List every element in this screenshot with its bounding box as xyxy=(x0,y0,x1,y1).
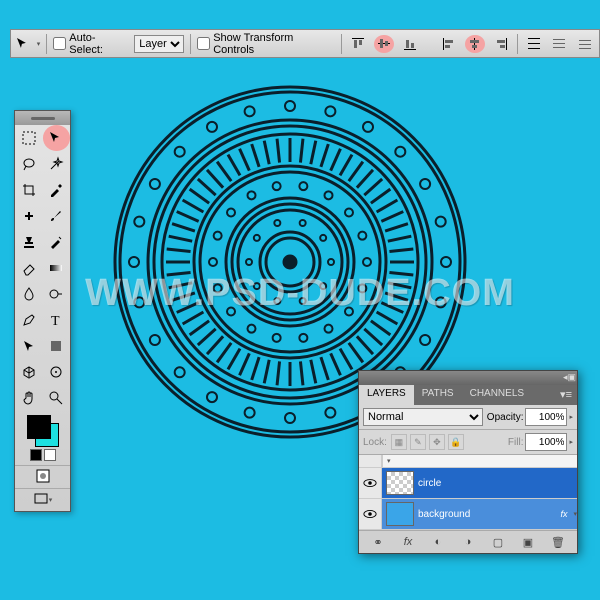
svg-text:T: T xyxy=(51,314,60,328)
color-swatches[interactable] xyxy=(15,411,70,465)
screenmode-icon[interactable] xyxy=(33,491,49,510)
opacity-input[interactable] xyxy=(525,408,567,426)
move-tool-indicator xyxy=(15,36,31,52)
tool-options-dropdown[interactable]: ▾ xyxy=(37,40,41,48)
tab-paths[interactable]: PATHS xyxy=(414,385,462,405)
delete-layer-icon[interactable]: 🗑 xyxy=(550,534,566,550)
layer-mask-icon[interactable]: ◐ xyxy=(430,534,446,550)
layer-style-icon[interactable]: fx xyxy=(400,534,416,550)
layer-name: circle xyxy=(418,478,577,489)
layer-group-icon[interactable]: ▢ xyxy=(490,534,506,550)
stamp-tool-icon[interactable] xyxy=(15,229,43,255)
default-colors-icon[interactable] xyxy=(30,449,56,461)
lasso-tool-icon[interactable] xyxy=(15,151,43,177)
zoom-tool-icon[interactable] xyxy=(43,385,71,411)
panel-menu-icon[interactable]: ▾≡ xyxy=(555,385,577,405)
distribute-vcenter-icon[interactable] xyxy=(549,35,569,53)
layers-panel: ◂▣ LAYERS PATHS CHANNELS ▾≡ Normal Opaci… xyxy=(358,370,578,554)
align-hcenter-icon[interactable] xyxy=(465,35,485,53)
shape-tool-icon[interactable] xyxy=(43,333,71,359)
fill-input[interactable] xyxy=(525,433,567,451)
align-top-icon[interactable] xyxy=(348,35,368,53)
distribute-top-icon[interactable] xyxy=(524,35,544,53)
watermark-text: WWW.PSD-DUDE.COM xyxy=(0,272,600,315)
align-right-icon[interactable] xyxy=(491,35,511,53)
layer-list: ▾ circle background fx▾ xyxy=(359,455,577,530)
align-left-icon[interactable] xyxy=(440,35,460,53)
opacity-label: Opacity: xyxy=(487,412,524,423)
lock-transparency-icon[interactable]: ▦ xyxy=(391,434,407,450)
heal-tool-icon[interactable] xyxy=(15,203,43,229)
layer-thumbnail[interactable] xyxy=(386,471,414,495)
layer-row[interactable]: background fx▾ xyxy=(359,499,577,530)
wand-tool-icon[interactable] xyxy=(43,151,71,177)
fg-color-swatch[interactable] xyxy=(27,415,51,439)
adjustment-layer-icon[interactable]: ◑ xyxy=(460,534,476,550)
lock-all-icon[interactable]: 🔒 xyxy=(448,434,464,450)
screenmode-dropdown[interactable]: ▾ xyxy=(49,496,53,504)
hand-tool-icon[interactable] xyxy=(15,385,43,411)
distribute-bottom-icon[interactable] xyxy=(575,35,595,53)
auto-select-checkbox[interactable]: Auto-Select: xyxy=(53,32,128,56)
blend-mode-select[interactable]: Normal xyxy=(363,408,483,426)
eyedropper-tool-icon[interactable] xyxy=(43,177,71,203)
show-transform-checkbox[interactable]: Show Transform Controls xyxy=(197,32,335,56)
layer-thumbnail[interactable] xyxy=(386,502,414,526)
3d-camera-icon[interactable] xyxy=(43,359,71,385)
quickmask-icon[interactable] xyxy=(35,468,51,487)
fx-badge[interactable]: fx xyxy=(554,509,573,519)
visibility-icon[interactable] xyxy=(359,499,382,529)
options-bar: ▾ Auto-Select: Layer Show Transform Cont… xyxy=(10,29,600,58)
auto-select-label: Auto-Select: xyxy=(69,32,128,56)
layer-row[interactable]: circle xyxy=(359,468,577,499)
opacity-slider-icon[interactable]: ▸ xyxy=(569,413,573,421)
tools-grip[interactable] xyxy=(15,111,70,125)
tab-channels[interactable]: CHANNELS xyxy=(462,385,532,405)
show-transform-label: Show Transform Controls xyxy=(213,32,335,56)
auto-select-target-select[interactable]: Layer xyxy=(134,35,184,53)
brush-tool-icon[interactable] xyxy=(43,203,71,229)
align-vcenter-icon[interactable] xyxy=(374,35,394,53)
panel-grip[interactable]: ◂▣ xyxy=(359,371,577,385)
link-layers-icon[interactable]: ⚭ xyxy=(370,534,386,550)
path-select-icon[interactable] xyxy=(15,333,43,359)
fill-label: Fill: xyxy=(508,437,524,448)
fill-slider-icon[interactable]: ▸ xyxy=(569,438,573,446)
3d-tool-icon[interactable] xyxy=(15,359,43,385)
visibility-icon[interactable] xyxy=(359,468,382,498)
history-brush-icon[interactable] xyxy=(43,229,71,255)
lock-label: Lock: xyxy=(363,437,387,448)
tab-layers[interactable]: LAYERS xyxy=(359,385,414,405)
lock-pixels-icon[interactable]: ✎ xyxy=(410,434,426,450)
new-layer-icon[interactable]: ▣ xyxy=(520,534,536,550)
move-tool-icon[interactable] xyxy=(43,125,71,151)
marquee-tool-icon[interactable] xyxy=(15,125,43,151)
layer-name: background xyxy=(418,509,554,520)
crop-tool-icon[interactable] xyxy=(15,177,43,203)
lock-position-icon[interactable]: ✥ xyxy=(429,434,445,450)
panel-close-icon[interactable]: ◂▣ xyxy=(563,372,575,384)
align-bottom-icon[interactable] xyxy=(400,35,420,53)
